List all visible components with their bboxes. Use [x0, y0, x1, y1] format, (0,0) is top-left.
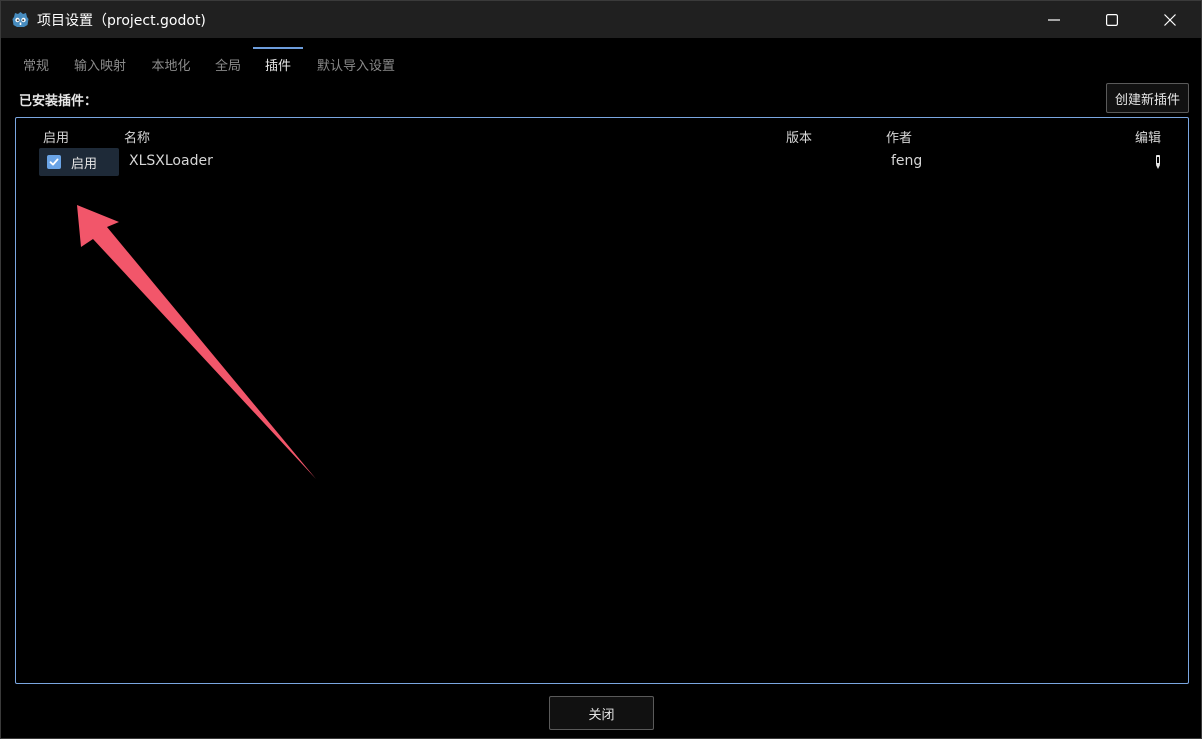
plugin-author: feng — [891, 153, 923, 169]
column-header-edit[interactable]: 编辑 — [1135, 127, 1161, 146]
enable-checkbox[interactable] — [47, 155, 61, 169]
column-header-version[interactable]: 版本 — [786, 127, 812, 146]
tab-plugins[interactable]: 插件 — [253, 47, 303, 77]
minimize-button[interactable] — [1025, 1, 1083, 38]
title-bar[interactable]: 项目设置（project.godot) — [1, 1, 1201, 38]
enable-toggle[interactable]: 启用 — [39, 148, 119, 176]
close-window-button[interactable] — [1141, 1, 1199, 38]
checkmark-icon — [49, 158, 59, 166]
column-header-name[interactable]: 名称 — [124, 127, 150, 146]
close-icon — [1164, 13, 1176, 26]
plugin-name: XLSXLoader — [129, 153, 213, 169]
godot-icon — [12, 12, 29, 27]
pencil-icon[interactable] — [1153, 154, 1163, 170]
tab-globals[interactable]: 全局 — [213, 47, 243, 77]
tab-input-map[interactable]: 输入映射 — [71, 47, 129, 77]
minimize-icon — [1048, 18, 1060, 21]
window-title: 项目设置（project.godot) — [37, 13, 206, 29]
column-header-enable[interactable]: 启用 — [43, 127, 69, 146]
tab-localization[interactable]: 本地化 — [149, 47, 193, 77]
close-button[interactable]: 关闭 — [549, 696, 654, 730]
enable-label: 启用 — [71, 157, 98, 172]
maximize-icon — [1106, 13, 1118, 26]
create-plugin-button[interactable]: 创建新插件 — [1106, 83, 1189, 113]
tab-general[interactable]: 常规 — [21, 47, 51, 77]
project-settings-window: 项目设置（project.godot) 常规 输入映射 本地化 全局 插件 默认… — [0, 0, 1202, 739]
plugin-list: 启用 名称 版本 作者 编辑 启用 XLSXLoader feng — [15, 117, 1189, 684]
installed-plugins-label: 已安装插件： — [19, 94, 98, 109]
tab-import-defaults[interactable]: 默认导入设置 — [313, 47, 399, 77]
maximize-button[interactable] — [1083, 1, 1141, 38]
column-header-author[interactable]: 作者 — [886, 127, 912, 146]
